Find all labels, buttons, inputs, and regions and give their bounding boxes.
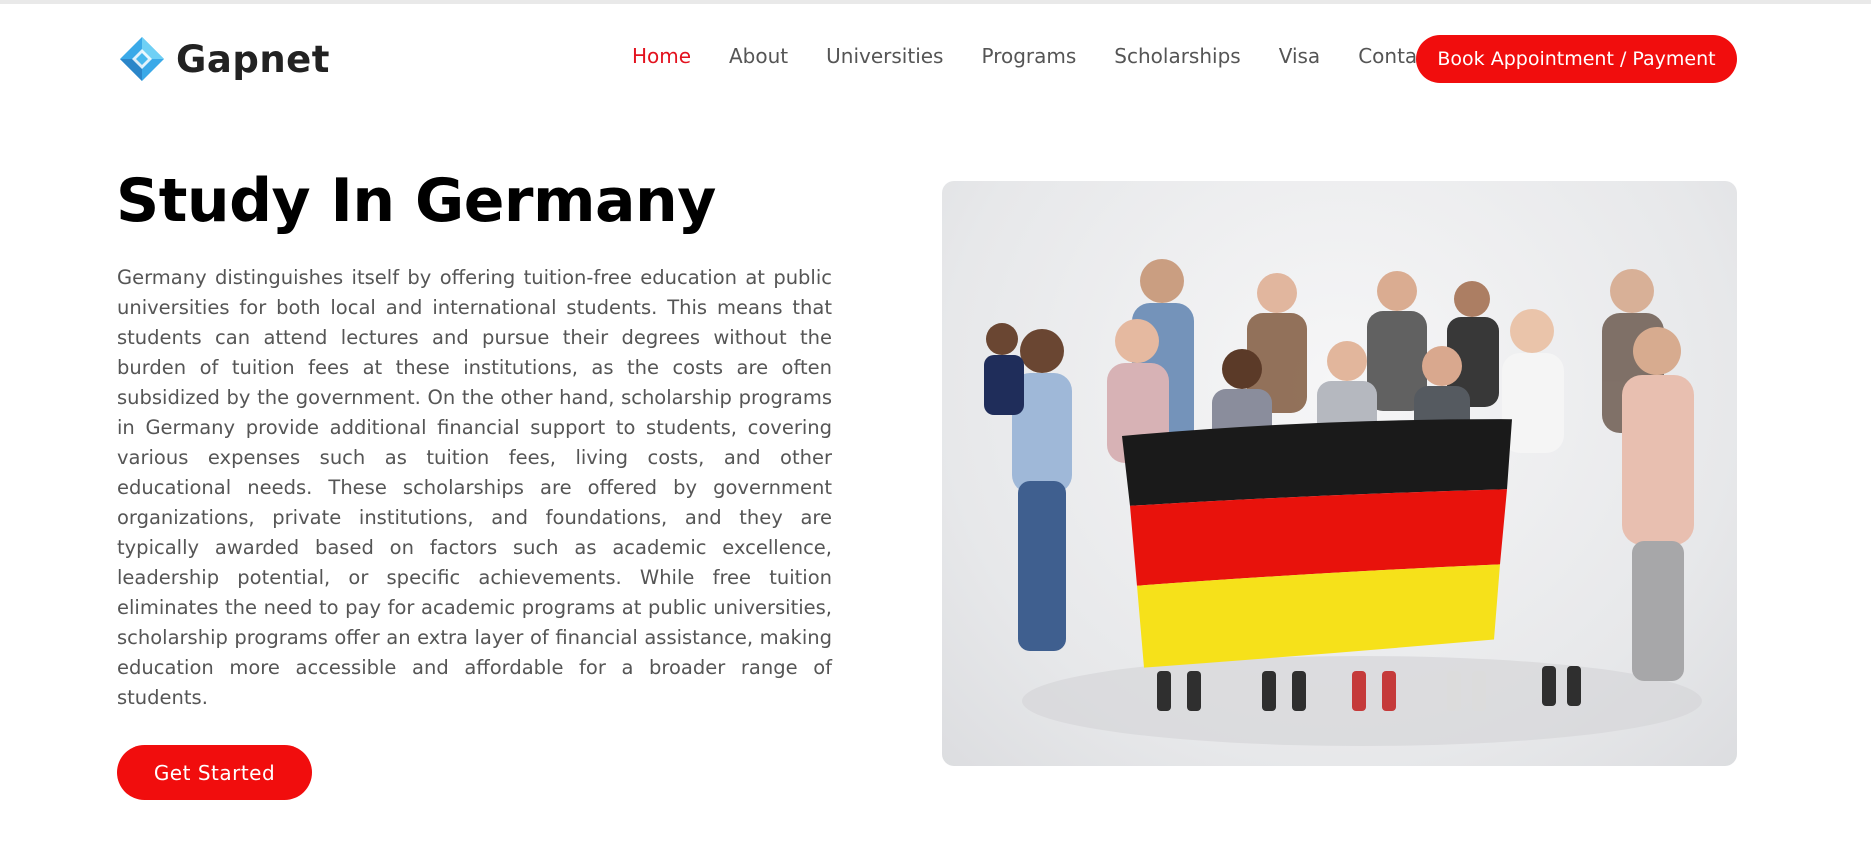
brand-logo[interactable]: Gapnet — [118, 34, 330, 84]
german-flag — [1122, 419, 1512, 668]
hero-paragraph: Germany distinguishes itself by offering… — [117, 266, 832, 709]
page-title: Study In Germany — [116, 166, 716, 236]
nav-home[interactable]: Home — [632, 44, 691, 68]
main-nav: Home About Universities Programs Scholar… — [632, 44, 1436, 68]
nav-programs[interactable]: Programs — [981, 44, 1076, 68]
book-appointment-button[interactable]: Book Appointment / Payment — [1416, 35, 1737, 83]
get-started-button[interactable]: Get Started — [117, 745, 312, 800]
gapnet-logo-icon — [120, 37, 164, 81]
hero-image-students-with-german-flag — [942, 181, 1737, 766]
nav-scholarships[interactable]: Scholarships — [1114, 44, 1240, 68]
brand-name: Gapnet — [176, 37, 330, 81]
top-border — [0, 0, 1871, 4]
nav-about[interactable]: About — [729, 44, 788, 68]
nav-visa[interactable]: Visa — [1279, 44, 1320, 68]
nav-universities[interactable]: Universities — [826, 44, 943, 68]
